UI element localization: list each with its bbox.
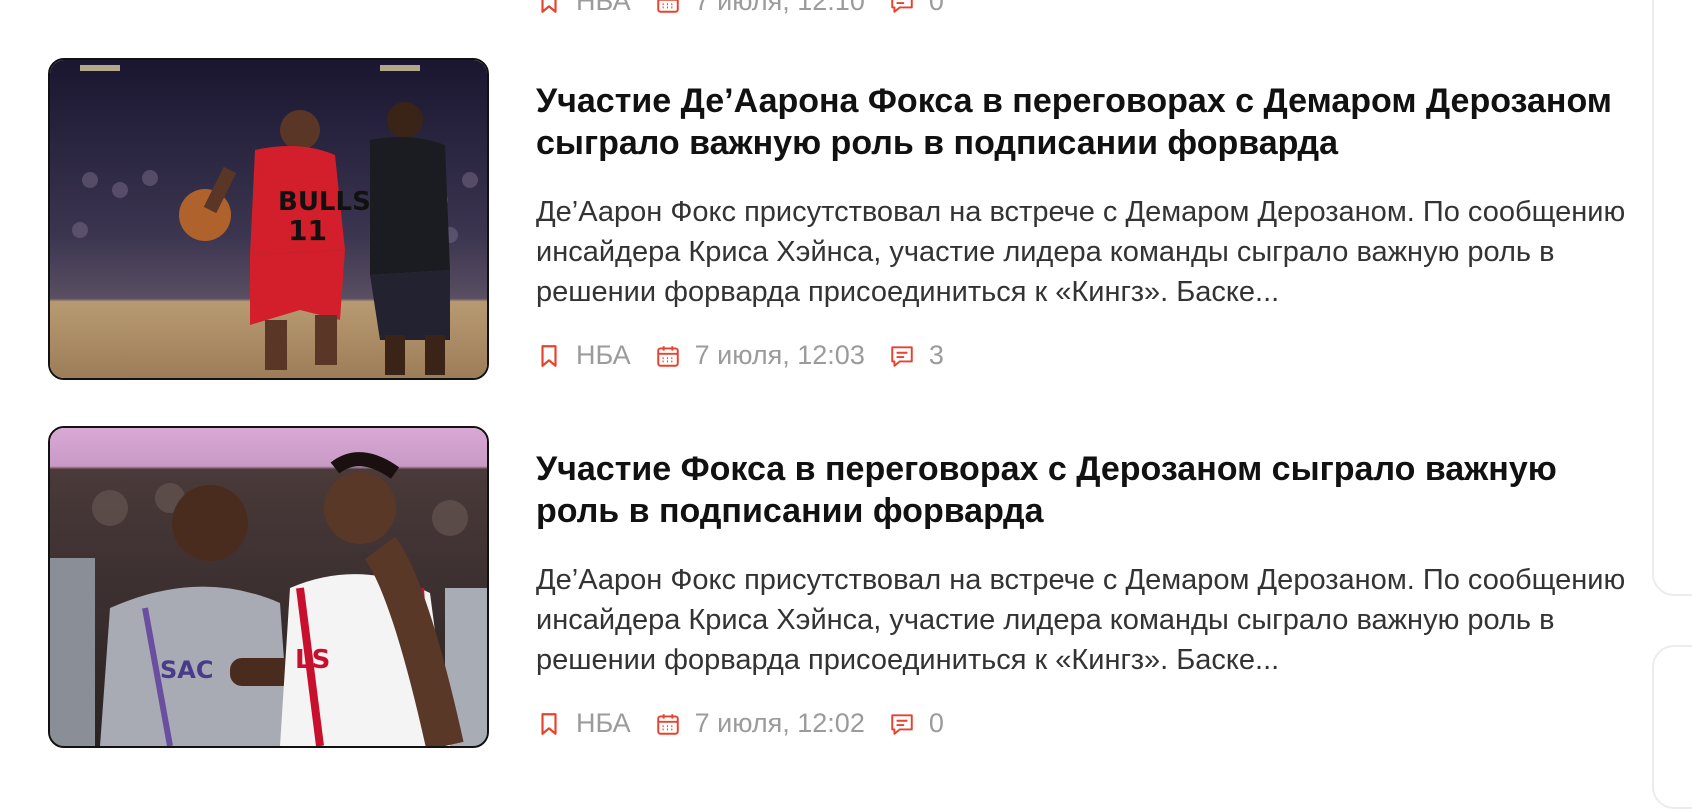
calendar-icon [655, 0, 681, 15]
comments-link[interactable]: 3 [889, 340, 944, 371]
comments-count: 3 [928, 340, 944, 370]
article-card[interactable]: BULLS 11 Участие Де’Аарона Фокса в перег… [48, 58, 1648, 380]
article-excerpt: Де’Аарон Фокс присутствовал на встрече с… [536, 196, 1626, 308]
article-meta: НБА 7 июля, 12:03 3 [536, 340, 968, 371]
article-title[interactable]: Участие Фокса в переговорах с Дерозаном … [536, 448, 1646, 532]
article-meta: НБА 7 июля, 12:02 0 [536, 708, 968, 739]
svg-text:11: 11 [288, 214, 327, 247]
sidebar-panel [1652, 0, 1692, 596]
date-label: 7 июля, 12:02 [694, 708, 865, 738]
category-label: НБА [576, 708, 631, 738]
bookmark-icon [536, 343, 562, 369]
calendar-icon [655, 711, 681, 737]
article-excerpt: Де’Аарон Фокс присутствовал на встрече с… [536, 564, 1626, 676]
comments-link[interactable]: 0 [889, 708, 944, 739]
bookmark-icon [536, 711, 562, 737]
date-info: 7 июля, 12:10 [655, 0, 865, 17]
article-meta-previous: НБА 7 июля, 12:10 0 [536, 0, 968, 17]
comments-count: 0 [928, 0, 944, 16]
date-label: 7 июля, 12:03 [694, 340, 865, 370]
calendar-icon [655, 343, 681, 369]
date-info: 7 июля, 12:02 [655, 708, 865, 739]
comments-count: 0 [928, 708, 944, 738]
article-title[interactable]: Участие Де’Аарона Фокса в переговорах с … [536, 80, 1646, 164]
article-thumbnail[interactable]: SAC LS [48, 426, 489, 748]
svg-text:BULLS: BULLS [278, 187, 371, 217]
comment-icon [889, 343, 915, 369]
comment-icon [889, 0, 915, 15]
comment-icon [889, 711, 915, 737]
svg-text:LS: LS [295, 645, 330, 675]
category-label: НБА [576, 0, 631, 16]
news-feed: НБА 7 июля, 12:10 0 BULLS 11 Участие Де’… [0, 0, 1650, 765]
category-label: НБА [576, 340, 631, 370]
category-tag[interactable]: НБА [536, 0, 631, 17]
date-info: 7 июля, 12:03 [655, 340, 865, 371]
svg-text:SAC: SAC [160, 656, 213, 684]
article-card[interactable]: SAC LS Участие Фокса в переговорах с Дер… [48, 426, 1648, 748]
sidebar-panel [1652, 645, 1692, 809]
comments-link[interactable]: 0 [889, 0, 944, 17]
date-label: 7 июля, 12:10 [694, 0, 865, 16]
category-tag[interactable]: НБА [536, 708, 631, 739]
bookmark-icon [536, 0, 562, 15]
article-thumbnail[interactable]: BULLS 11 [48, 58, 489, 380]
category-tag[interactable]: НБА [536, 340, 631, 371]
